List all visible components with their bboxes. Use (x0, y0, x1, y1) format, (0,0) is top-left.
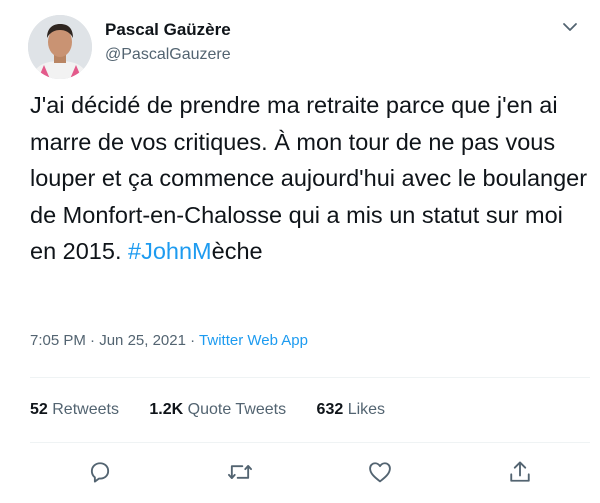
retweet-button[interactable] (226, 458, 254, 486)
heart-icon (369, 462, 391, 483)
chevron-down-icon (563, 23, 577, 31)
likes-label: Likes (347, 401, 386, 418)
tweet-time[interactable]: 7:05 PM (30, 332, 86, 349)
avatar[interactable] (28, 15, 92, 79)
engagement-stats: 52 Retweets 1.2K Quote Tweets 632 Likes (30, 399, 411, 421)
avatar-image (28, 15, 92, 79)
likes-count: 632 (316, 401, 344, 418)
meta-separator: · (185, 332, 200, 349)
tweet-text-body: J'ai décidé de prendre ma retraite parce… (30, 92, 594, 264)
retweets-count: 52 (30, 401, 48, 418)
author-handle[interactable]: @PascalGauzere (105, 44, 231, 66)
likes-stat[interactable]: 632 Likes (317, 399, 386, 421)
divider (30, 442, 590, 443)
retweet-icon (227, 465, 253, 479)
author-info: Pascal Gaüzère @PascalGauzere (105, 19, 231, 66)
share-button[interactable] (506, 458, 534, 486)
retweets-label: Retweets (52, 401, 119, 418)
tweet: Pascal Gaüzère @PascalGauzere J'ai décid… (0, 0, 600, 503)
more-options-button[interactable] (560, 17, 580, 37)
hashtag-link[interactable]: #JohnM (128, 238, 212, 264)
quote-tweets-count: 1.2K (149, 401, 184, 418)
reply-button[interactable] (86, 458, 114, 486)
quote-tweets-stat[interactable]: 1.2K Quote Tweets (149, 399, 286, 421)
tweet-text: J'ai décidé de prendre ma retraite parce… (30, 87, 590, 270)
source-app-link[interactable]: Twitter Web App (199, 332, 308, 349)
tweet-text-tail: èche (211, 238, 263, 264)
divider (30, 377, 590, 378)
quote-tweets-label: Quote Tweets (187, 401, 287, 418)
share-icon (510, 461, 530, 482)
like-button[interactable] (366, 458, 394, 486)
tweet-metadata: 7:05 PM · Jun 25, 2021 · Twitter Web App (30, 330, 308, 352)
author-name[interactable]: Pascal Gaüzère (105, 19, 231, 41)
meta-separator: · (85, 332, 100, 349)
reply-icon (90, 462, 110, 483)
tweet-date[interactable]: Jun 25, 2021 (99, 332, 186, 349)
action-bar (0, 455, 600, 489)
retweets-stat[interactable]: 52 Retweets (30, 399, 119, 421)
